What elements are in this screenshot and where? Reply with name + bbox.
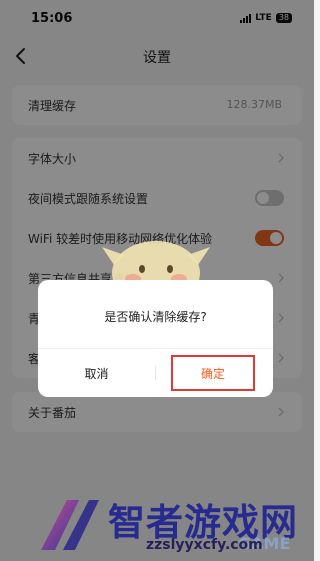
- clear-cache-dialog: 是否确认清除缓存? 取消 确定: [38, 280, 273, 397]
- cancel-button[interactable]: 取消: [38, 349, 155, 397]
- watermark-logo-icon: [41, 500, 99, 550]
- dialog-message: 是否确认清除缓存?: [104, 310, 207, 324]
- button-divider: [155, 366, 156, 380]
- watermark-url: zzslyyxcfy.com: [146, 537, 263, 553]
- confirm-button[interactable]: 确定: [171, 355, 255, 391]
